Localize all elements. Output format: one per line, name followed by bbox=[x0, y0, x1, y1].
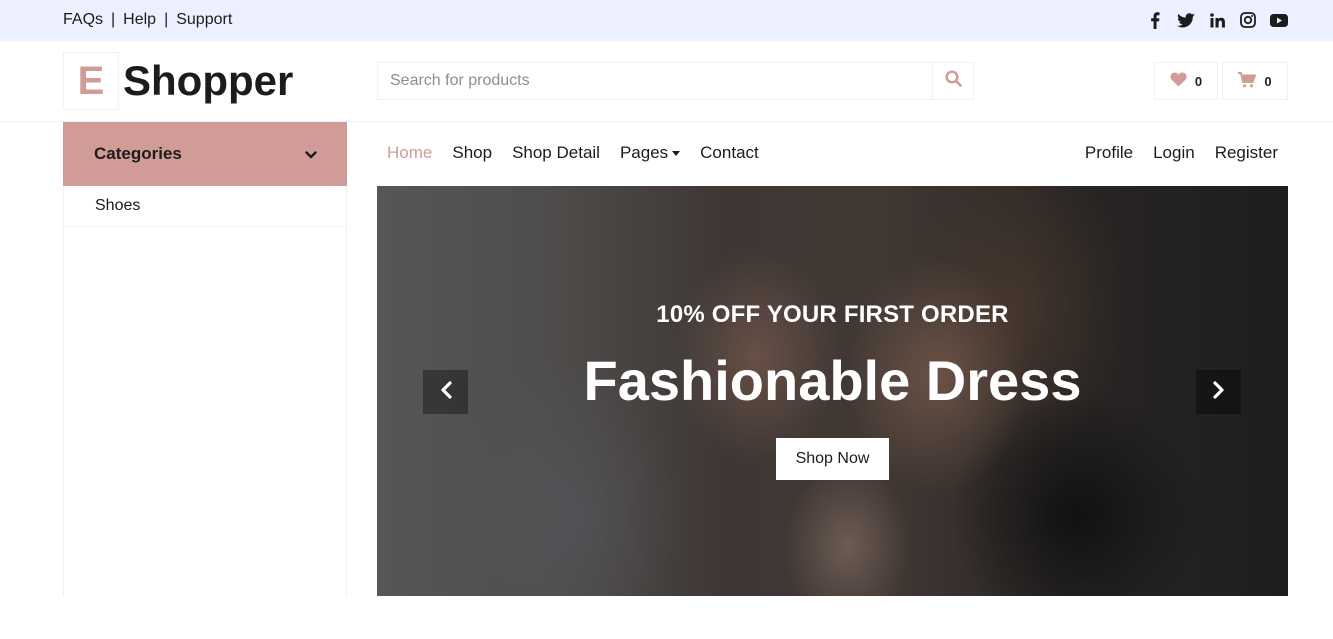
instagram-icon[interactable] bbox=[1239, 11, 1257, 29]
nav-pages-label: Pages bbox=[619, 143, 669, 162]
heart-icon bbox=[1170, 72, 1187, 90]
search-icon bbox=[944, 70, 962, 92]
carousel-prev-button[interactable] bbox=[423, 370, 468, 414]
chevron-left-icon bbox=[440, 380, 452, 404]
main-nav: Home Shop Shop Detail Pages Contact bbox=[387, 143, 759, 163]
help-link[interactable]: Help bbox=[123, 11, 156, 29]
shop-now-button[interactable]: Shop Now bbox=[776, 438, 889, 480]
youtube-icon[interactable] bbox=[1270, 11, 1288, 29]
search-button[interactable] bbox=[932, 63, 973, 99]
cart-button[interactable]: 0 bbox=[1222, 62, 1288, 100]
logo[interactable]: E Shopper bbox=[63, 52, 293, 110]
nav-shop[interactable]: Shop bbox=[452, 143, 492, 163]
wishlist-count: 0 bbox=[1194, 73, 1203, 89]
hero-carousel: 10% OFF YOUR FIRST ORDER Fashionable Dre… bbox=[377, 186, 1288, 596]
nav-contact[interactable]: Contact bbox=[700, 143, 759, 163]
twitter-icon[interactable] bbox=[1177, 11, 1195, 29]
categories-panel: Shoes bbox=[63, 186, 347, 596]
chevron-right-icon bbox=[1212, 380, 1225, 404]
nav-pages-dropdown[interactable]: Pages bbox=[619, 143, 681, 163]
hero-subtitle: 10% OFF YOUR FIRST ORDER bbox=[656, 301, 1009, 328]
faqs-link[interactable]: FAQs bbox=[63, 11, 103, 29]
cart-icon bbox=[1238, 71, 1257, 91]
categories-toggle[interactable]: Categories bbox=[63, 122, 347, 186]
logo-letter: E bbox=[63, 52, 119, 110]
logo-text: Shopper bbox=[123, 57, 294, 104]
social-links bbox=[1146, 11, 1288, 29]
nav-home[interactable]: Home bbox=[387, 143, 432, 163]
search-bar bbox=[377, 62, 974, 100]
nav-login[interactable]: Login bbox=[1153, 143, 1195, 163]
nav-profile[interactable]: Profile bbox=[1085, 143, 1133, 163]
nav-shop-detail[interactable]: Shop Detail bbox=[512, 143, 600, 163]
search-input[interactable] bbox=[378, 63, 932, 99]
support-link[interactable]: Support bbox=[176, 11, 232, 29]
wishlist-button[interactable]: 0 bbox=[1154, 62, 1218, 100]
category-item-shoes[interactable]: Shoes bbox=[64, 186, 346, 227]
separator: | bbox=[164, 11, 169, 28]
top-bar: FAQs | Help | Support bbox=[0, 0, 1333, 41]
separator: | bbox=[111, 11, 116, 28]
nav-register[interactable]: Register bbox=[1215, 143, 1278, 163]
facebook-icon[interactable] bbox=[1146, 11, 1164, 29]
linkedin-icon[interactable] bbox=[1208, 11, 1226, 29]
hero-title: Fashionable Dress bbox=[583, 349, 1082, 412]
categories-title: Categories bbox=[94, 144, 182, 163]
carousel-next-button[interactable] bbox=[1196, 370, 1241, 414]
account-nav: Profile Login Register bbox=[1085, 143, 1278, 163]
chevron-down-icon bbox=[305, 144, 317, 164]
caret-down-icon bbox=[672, 150, 681, 156]
top-links: FAQs | Help | Support bbox=[63, 11, 232, 29]
cart-count: 0 bbox=[1264, 73, 1272, 89]
